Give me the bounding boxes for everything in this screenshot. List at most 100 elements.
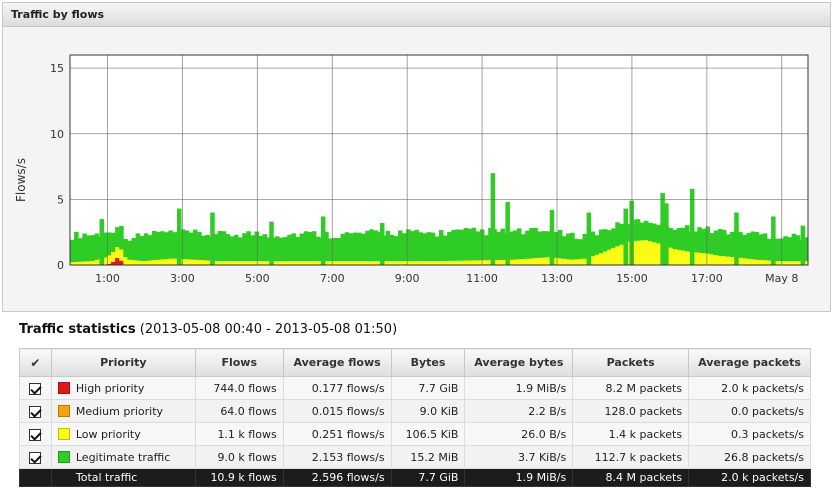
bar-legitimate-169 xyxy=(762,233,768,261)
bar-legitimate-158 xyxy=(717,229,723,256)
low-priority-checkbox[interactable] xyxy=(29,428,42,441)
spike-0 xyxy=(99,219,105,265)
bar-legitimate-60 xyxy=(316,236,321,262)
bar-legitimate-66 xyxy=(340,233,346,262)
bar-legitimate-40 xyxy=(234,234,239,262)
bar-legitimate-43 xyxy=(246,231,251,262)
bar-legitimate-175 xyxy=(787,237,792,262)
bar-legitimate-72 xyxy=(365,230,370,262)
bar-legitimate-141 xyxy=(648,222,653,242)
bar-low-43 xyxy=(246,261,251,265)
spike-4 xyxy=(320,216,326,265)
bar-low-140 xyxy=(644,240,649,265)
bar-low-156 xyxy=(709,254,715,265)
column-header-average-flows[interactable]: Average flows xyxy=(282,348,392,377)
total-average-bytes-cell: 1.9 MiB/s xyxy=(464,468,574,487)
y-tick-label: 5 xyxy=(57,193,64,206)
bar-low-31 xyxy=(197,259,202,265)
bar-low-119 xyxy=(557,258,563,265)
bar-legitimate-110 xyxy=(521,234,526,260)
bar-legitimate-165 xyxy=(746,232,751,259)
bar-legitimate-37 xyxy=(221,231,227,262)
bar-low-166 xyxy=(750,259,756,265)
bar-low-12 xyxy=(119,249,124,261)
bar-low-133 xyxy=(615,246,620,265)
bar-low-13 xyxy=(123,257,128,265)
bar-legitimate-157 xyxy=(713,230,719,256)
bar-low-77 xyxy=(385,261,391,265)
bar-high-12 xyxy=(119,260,124,266)
bar-legitimate-70 xyxy=(357,232,362,262)
row-checkbox-cell xyxy=(19,445,52,469)
bar-low-21 xyxy=(156,259,161,265)
bar-low-120 xyxy=(562,258,567,265)
bar-legitimate-104 xyxy=(496,231,501,261)
bar-low-87 xyxy=(426,261,432,265)
average-bytes-cell: 3.7 KiB/s xyxy=(464,445,574,469)
bar-low-30 xyxy=(193,259,198,265)
bar-low-40 xyxy=(234,261,239,265)
average-packets-cell: 0.0 packets/s xyxy=(688,399,811,423)
legitimate-traffic-checkbox[interactable] xyxy=(29,451,42,464)
total-flows-cell: 10.9 k flows xyxy=(194,468,284,487)
bar-low-10 xyxy=(111,252,116,262)
table-row: High priority 744.0 flows 0.177 flows/s … xyxy=(19,376,811,400)
average-bytes-cell: 1.9 MiB/s xyxy=(464,376,574,400)
bar-legitimate-22 xyxy=(160,231,165,260)
bar-legitimate-85 xyxy=(418,232,423,262)
bar-low-146 xyxy=(668,247,674,265)
y-tick-label: 10 xyxy=(50,128,64,141)
total-empty-cell xyxy=(19,468,52,487)
bar-legitimate-142 xyxy=(652,223,657,243)
column-header-average-packets[interactable]: Average packets xyxy=(688,348,811,377)
bar-legitimate-92 xyxy=(447,231,452,261)
bar-legitimate-80 xyxy=(398,230,403,262)
bar-legitimate-120 xyxy=(562,236,567,259)
bar-low-64 xyxy=(332,261,337,265)
stats-heading: Traffic statistics (2013-05-08 00:40 - 2… xyxy=(19,322,397,337)
bar-low-37 xyxy=(221,261,227,265)
bar-legitimate-65 xyxy=(336,238,341,262)
x-tick-label: 9:00 xyxy=(395,272,420,285)
x-tick-label: 17:00 xyxy=(691,272,723,285)
column-header-check[interactable]: ✔ xyxy=(19,348,52,377)
bar-legitimate-108 xyxy=(512,230,518,260)
column-header-priority[interactable]: Priority xyxy=(50,348,196,377)
bar-low-29 xyxy=(188,259,194,265)
bar-legitimate-83 xyxy=(410,231,415,262)
legitimate-traffic-color-swatch xyxy=(57,450,70,463)
bar-low-79 xyxy=(393,261,399,265)
bar-low-69 xyxy=(352,261,358,265)
high-priority-checkbox[interactable] xyxy=(29,382,42,395)
bar-low-127 xyxy=(590,256,596,265)
bar-legitimate-93 xyxy=(451,229,456,261)
bar-low-177 xyxy=(795,261,801,265)
column-header-average-bytes[interactable]: Average bytes xyxy=(464,348,574,377)
bar-low-169 xyxy=(762,260,768,265)
bar-low-110 xyxy=(521,259,526,265)
column-header-flows[interactable]: Flows xyxy=(194,348,284,377)
bar-legitimate-3 xyxy=(82,233,87,262)
bar-low-32 xyxy=(201,260,206,265)
bar-legitimate-77 xyxy=(385,230,391,262)
bar-low-114 xyxy=(537,257,542,265)
bar-legitimate-89 xyxy=(434,236,440,262)
bar-low-78 xyxy=(389,261,395,265)
bar-legitimate-81 xyxy=(402,233,407,262)
bar-low-65 xyxy=(336,261,341,265)
column-header-bytes[interactable]: Bytes xyxy=(390,348,466,377)
bar-legitimate-172 xyxy=(775,238,780,261)
bar-legitimate-78 xyxy=(389,235,395,262)
bar-legitimate-113 xyxy=(533,227,538,259)
column-header-packets[interactable]: Packets xyxy=(572,348,690,377)
bar-legitimate-36 xyxy=(217,230,223,262)
bar-low-90 xyxy=(439,261,444,265)
bar-low-98 xyxy=(471,260,477,265)
medium-priority-checkbox[interactable] xyxy=(29,405,42,418)
bar-low-66 xyxy=(340,261,346,265)
bar-legitimate-174 xyxy=(783,236,788,262)
bar-low-50 xyxy=(275,261,280,265)
bar-low-91 xyxy=(443,260,448,265)
bar-legitimate-148 xyxy=(676,227,682,250)
average-packets-cell: 2.0 k packets/s xyxy=(688,376,811,400)
